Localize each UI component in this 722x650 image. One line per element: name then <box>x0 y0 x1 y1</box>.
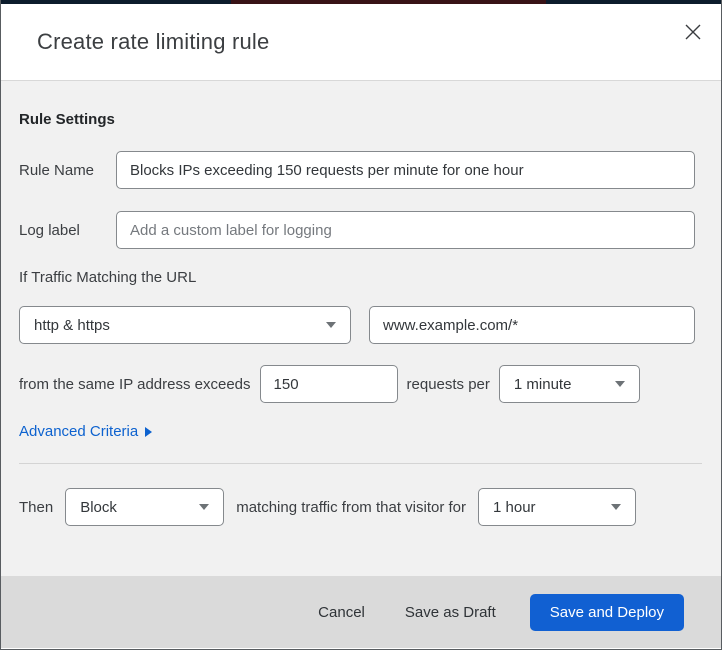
threshold-row: from the same IP address exceeds request… <box>19 365 695 403</box>
rule-settings-heading: Rule Settings <box>19 111 115 128</box>
chevron-down-icon <box>614 381 625 387</box>
period-select-value: 1 minute <box>513 375 572 393</box>
modal-body: Rule Settings Rule Name Log label If Tra… <box>1 80 721 576</box>
chevron-down-icon <box>611 504 622 510</box>
cancel-button[interactable]: Cancel <box>312 596 371 629</box>
modal-header: Create rate limiting rule <box>1 4 721 80</box>
scheme-select[interactable]: http & https <box>19 306 351 344</box>
save-draft-button[interactable]: Save as Draft <box>399 596 502 629</box>
log-label-row: Log label <box>19 211 695 249</box>
modal-footer: Cancel Save as Draft Save and Deploy <box>1 576 721 648</box>
duration-select[interactable]: 1 hour <box>478 488 637 526</box>
then-middle-text: matching traffic from that visitor for <box>236 498 467 516</box>
chevron-down-icon <box>326 322 336 328</box>
request-count-input[interactable] <box>259 365 398 403</box>
threshold-unit-text: requests per <box>406 375 490 393</box>
log-label-input[interactable] <box>116 211 695 249</box>
duration-select-value: 1 hour <box>493 498 536 516</box>
rule-name-label: Rule Name <box>19 161 95 179</box>
period-select[interactable]: 1 minute <box>498 365 640 403</box>
close-icon <box>685 24 701 40</box>
modal-dialog: Create rate limiting rule Rule Settings … <box>1 4 721 648</box>
scheme-select-value: http & https <box>34 316 110 334</box>
then-action-row: Then Block matching traffic from that vi… <box>19 488 695 526</box>
rule-name-input[interactable] <box>116 151 695 189</box>
action-select[interactable]: Block <box>65 488 225 526</box>
then-label: Then <box>19 498 54 516</box>
modal-title: Create rate limiting rule <box>37 29 270 54</box>
url-match-row: http & https <box>19 306 695 344</box>
close-button[interactable] <box>679 18 707 46</box>
chevron-down-icon <box>199 504 210 510</box>
threshold-prefix-text: from the same IP address exceeds <box>19 375 251 393</box>
advanced-criteria-label: Advanced Criteria <box>19 423 139 440</box>
divider <box>19 463 702 464</box>
create-rate-limit-modal: Create rate limiting rule Rule Settings … <box>0 0 722 650</box>
action-select-value: Block <box>80 498 117 516</box>
log-label-label: Log label <box>19 221 80 239</box>
url-pattern-input[interactable] <box>369 306 695 344</box>
advanced-criteria-link[interactable]: Advanced Criteria <box>19 423 153 441</box>
rule-name-row: Rule Name <box>19 151 695 189</box>
traffic-matching-heading: If Traffic Matching the URL <box>19 269 197 286</box>
chevron-right-icon <box>145 427 153 437</box>
save-deploy-button[interactable]: Save and Deploy <box>529 593 684 631</box>
